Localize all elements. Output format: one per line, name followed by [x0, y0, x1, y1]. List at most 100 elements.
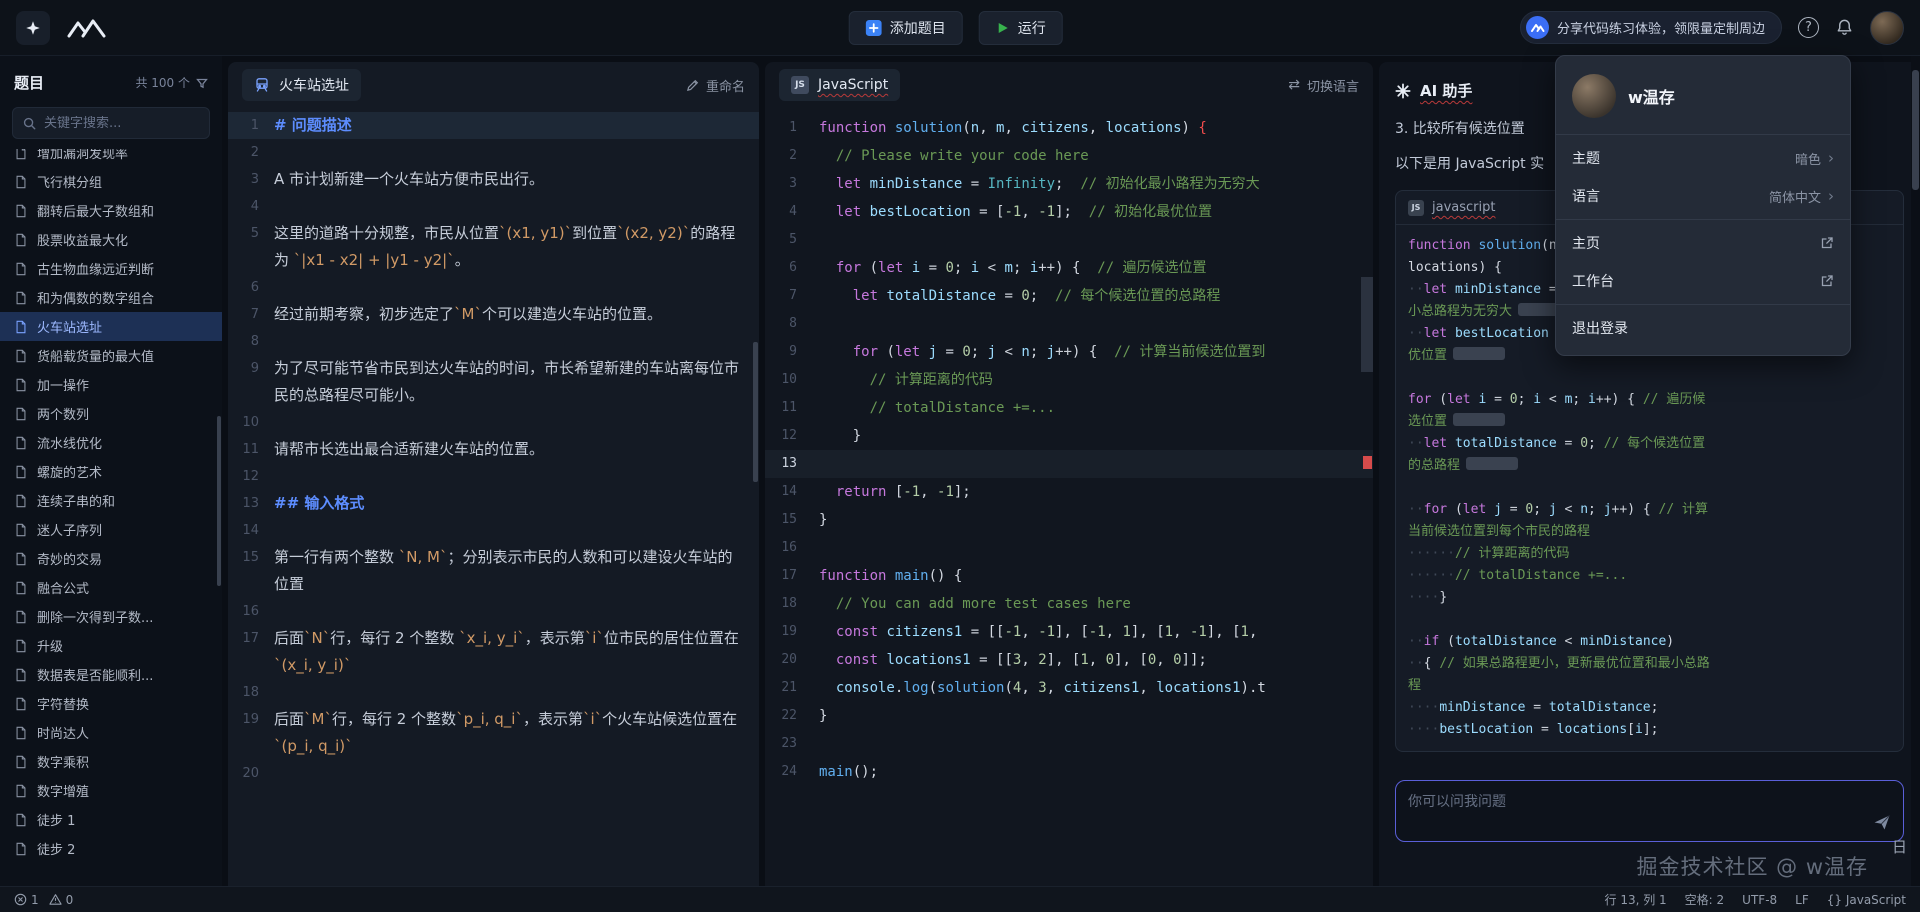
sidebar-item[interactable]: 奇妙的交易: [0, 544, 222, 573]
search-input[interactable]: [44, 116, 199, 131]
code-line[interactable]: 3 let minDistance = Infinity; // 初始化最小路程…: [765, 170, 1373, 198]
run-button[interactable]: 运行: [979, 11, 1063, 45]
code-line[interactable]: 14 return [-1, -1];: [765, 478, 1373, 506]
code-line[interactable]: 12 }: [765, 422, 1373, 450]
menu-item-workspace[interactable]: 工作台: [1556, 262, 1850, 300]
code-token: -1: [903, 484, 920, 500]
problem-scrollbar[interactable]: [753, 342, 758, 482]
code-token: return: [836, 484, 887, 500]
sidebar-item[interactable]: 连续子串的和: [0, 486, 222, 515]
sidebar-item[interactable]: 火车站选址: [0, 312, 222, 341]
sidebar-item[interactable]: 增加漏洞发现率: [0, 149, 222, 167]
code-line[interactable]: 4 let bestLocation = [-1, -1]; // 初始化最优位…: [765, 198, 1373, 226]
sidebar-item[interactable]: 迷人子序列: [0, 515, 222, 544]
problem-title-chip[interactable]: 火车站选址: [242, 69, 361, 101]
chat-input[interactable]: [1395, 780, 1904, 842]
code-token: -1: [1038, 204, 1055, 220]
sidebar-item[interactable]: 古生物血缘远近判断: [0, 254, 222, 283]
code-line[interactable]: 15}: [765, 506, 1373, 534]
code-token: =: [1557, 436, 1580, 451]
sidebar-item[interactable]: 升级: [0, 631, 222, 660]
help-icon[interactable]: ?: [1798, 17, 1819, 38]
avatar[interactable]: [1870, 11, 1904, 45]
sidebar-item[interactable]: 数字增殖: [0, 776, 222, 805]
brand-logo[interactable]: [64, 15, 110, 41]
code-line[interactable]: 19 const citizens1 = [[-1, -1], [-1, 1],…: [765, 618, 1373, 646]
encoding[interactable]: UTF-8: [1742, 893, 1777, 907]
sidebar-item[interactable]: 螺旋的艺术: [0, 457, 222, 486]
code-line[interactable]: 21 console.log(solution(4, 3, citizens1,…: [765, 674, 1373, 702]
sidebar-item[interactable]: 徒步 2: [0, 834, 222, 863]
sidebar-item[interactable]: 流水线优化: [0, 428, 222, 457]
sidebar-item[interactable]: 数字乘积: [0, 747, 222, 776]
sidebar-item[interactable]: 飞行棋分组: [0, 167, 222, 196]
filter-icon[interactable]: [196, 77, 208, 89]
switch-language-button[interactable]: ⇄ 切换语言: [1288, 76, 1359, 95]
code-line[interactable]: 2 // Please write your code here: [765, 142, 1373, 170]
code-line[interactable]: 5: [765, 226, 1373, 254]
bell-icon[interactable]: [1835, 18, 1854, 37]
code-line[interactable]: 24main();: [765, 758, 1373, 786]
sidebar-scrollbar[interactable]: [217, 416, 221, 586]
language-mode[interactable]: {} JavaScript: [1827, 893, 1906, 907]
code-token: ;: [1588, 436, 1604, 451]
rename-button[interactable]: 重命名: [686, 76, 745, 95]
window-scrollbar[interactable]: [1911, 56, 1920, 886]
error-indicator[interactable]: 1: [14, 893, 39, 907]
search-box[interactable]: [12, 107, 210, 139]
code-token: =: [1533, 722, 1556, 737]
code-line[interactable]: 9 for (let j = 0; j < n; j++) { // 计算当前候…: [765, 338, 1373, 366]
sidebar-item[interactable]: 货船载货量的最大值: [0, 341, 222, 370]
language-tab[interactable]: JS JavaScript: [779, 69, 900, 101]
send-icon[interactable]: [1872, 812, 1892, 832]
code-line[interactable]: 20 const locations1 = [[3, 2], [1, 0], […: [765, 646, 1373, 674]
menu-item-theme[interactable]: 主题 暗色›: [1556, 139, 1850, 177]
code-line[interactable]: 16: [765, 534, 1373, 562]
sidebar-item[interactable]: 字符替换: [0, 689, 222, 718]
scrollbar-thumb[interactable]: [1912, 70, 1919, 190]
code-line[interactable]: 23: [765, 730, 1373, 758]
promo-banner[interactable]: 分享代码练习体验，领限量定制周边: [1520, 11, 1782, 44]
sparkle-icon: [1395, 83, 1411, 99]
code-line[interactable]: 18 // You can add more test cases here: [765, 590, 1373, 618]
code-token: let: [1447, 392, 1470, 407]
code-line[interactable]: 10 // 计算距离的代码: [765, 366, 1373, 394]
menu-item-language[interactable]: 语言 简体中文›: [1556, 177, 1850, 215]
add-question-button[interactable]: 添加题目: [849, 11, 963, 45]
code-editor[interactable]: 1function solution(n, m, citizens, locat…: [765, 108, 1373, 886]
menu-item-logout[interactable]: 退出登录: [1556, 309, 1850, 347]
language-label: 语言: [1572, 186, 1600, 206]
indentation[interactable]: 空格: 2: [1685, 891, 1725, 908]
code-line[interactable]: 6 for (let i = 0; i < m; i++) { // 遍历候选位…: [765, 254, 1373, 282]
code-token: citizens1: [886, 624, 962, 640]
editor-scrollbar[interactable]: [1361, 277, 1373, 372]
sidebar-item-label: 迷人子序列: [37, 520, 102, 539]
sidebar-item[interactable]: 时尚达人: [0, 718, 222, 747]
code-line[interactable]: 13: [765, 450, 1373, 478]
sidebar-item[interactable]: 数据表是否能顺利...: [0, 660, 222, 689]
sidebar-item[interactable]: 融合公式: [0, 573, 222, 602]
sidebar-item[interactable]: 徒步 1: [0, 805, 222, 834]
sidebar-item[interactable]: 删除一次得到子数...: [0, 602, 222, 631]
code-line[interactable]: 17function main() {: [765, 562, 1373, 590]
code-token: (: [1431, 392, 1447, 407]
floating-widget-icon[interactable]: 日: [1892, 836, 1907, 857]
warning-indicator[interactable]: 0: [49, 893, 74, 907]
code-line[interactable]: 1function solution(n, m, citizens, locat…: [765, 114, 1373, 142]
problem-content[interactable]: 1# 问题描述23A 市计划新建一个火车站方便市民出行。45这里的道路十分规整，…: [228, 108, 759, 886]
code-line[interactable]: 22}: [765, 702, 1373, 730]
sidebar-item[interactable]: 两个数列: [0, 399, 222, 428]
cursor-position[interactable]: 行 13, 列 1: [1605, 891, 1667, 908]
app-logo[interactable]: [16, 11, 50, 45]
sidebar-item[interactable]: 和为偶数的数字组合: [0, 283, 222, 312]
code-line[interactable]: 8: [765, 310, 1373, 338]
sidebar-item[interactable]: 翻转后最大子数组和: [0, 196, 222, 225]
eol[interactable]: LF: [1795, 893, 1809, 907]
sidebar-item[interactable]: 加一操作: [0, 370, 222, 399]
line-number: 2: [228, 139, 274, 166]
sidebar-item[interactable]: 股票收益最大化: [0, 225, 222, 254]
menu-item-home[interactable]: 主页: [1556, 224, 1850, 262]
code-line[interactable]: 7 let totalDistance = 0; // 每个候选位置的总路程: [765, 282, 1373, 310]
code-token: [819, 484, 836, 500]
code-line[interactable]: 11 // totalDistance +=...: [765, 394, 1373, 422]
